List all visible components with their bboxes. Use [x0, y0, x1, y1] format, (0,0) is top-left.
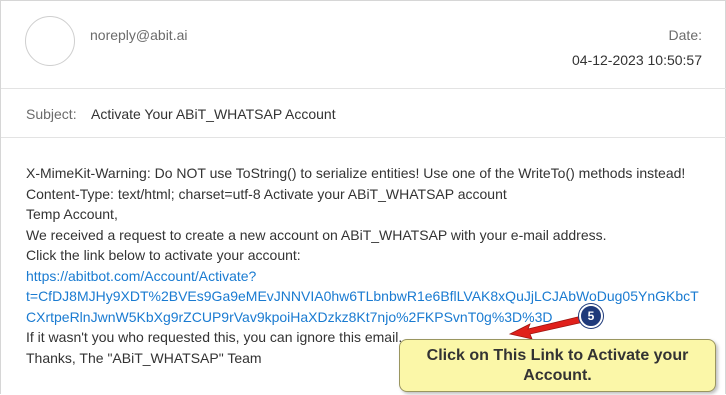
activation-link-line[interactable]: t=CfDJ8MJHy9XDT%2BVEs9Ga9eMEvJNNVIA0hw6T… [26, 288, 699, 304]
callout-text: Click on This Link to Activate your Acco… [426, 346, 689, 384]
date-value: 04-12-2023 10:50:57 [572, 52, 702, 68]
pointer-arrow-icon [508, 315, 585, 340]
body-line: X-MimeKit-Warning: Do NOT use ToString()… [26, 165, 686, 181]
body-line: Temp Account, [26, 206, 118, 222]
step-number-badge: 5 [579, 304, 603, 328]
header-divider [1, 88, 726, 89]
activation-link-line[interactable]: https://abitbot.com/Account/Activate? [26, 268, 256, 284]
activation-link[interactable]: https://abitbot.com/Account/Activate? t=… [26, 266, 716, 328]
subject-divider [1, 137, 726, 138]
sender-avatar [25, 16, 75, 66]
body-line: Click the link below to activate your ac… [26, 247, 301, 263]
email-viewer: noreply@abit.ai Date: 04-12-2023 10:50:5… [0, 0, 726, 394]
subject-value: Activate Your ABiT_WHATSAP Account [91, 106, 336, 122]
activation-link-line[interactable]: CXrtpeRlnJwnW5KbXg9rZCUP9rVav9kpoiHaXDzk… [26, 309, 553, 325]
subject-label: Subject: [26, 106, 77, 122]
sender-address: noreply@abit.ai [90, 27, 188, 43]
body-line: We received a request to create a new ac… [26, 226, 607, 243]
body-line: Content-Type: text/html; charset=utf-8 A… [26, 185, 507, 202]
instruction-callout: Click on This Link to Activate your Acco… [399, 339, 716, 392]
email-body: X-MimeKit-Warning: Do NOT use ToString()… [26, 163, 716, 368]
date-label: Date: [668, 27, 702, 43]
